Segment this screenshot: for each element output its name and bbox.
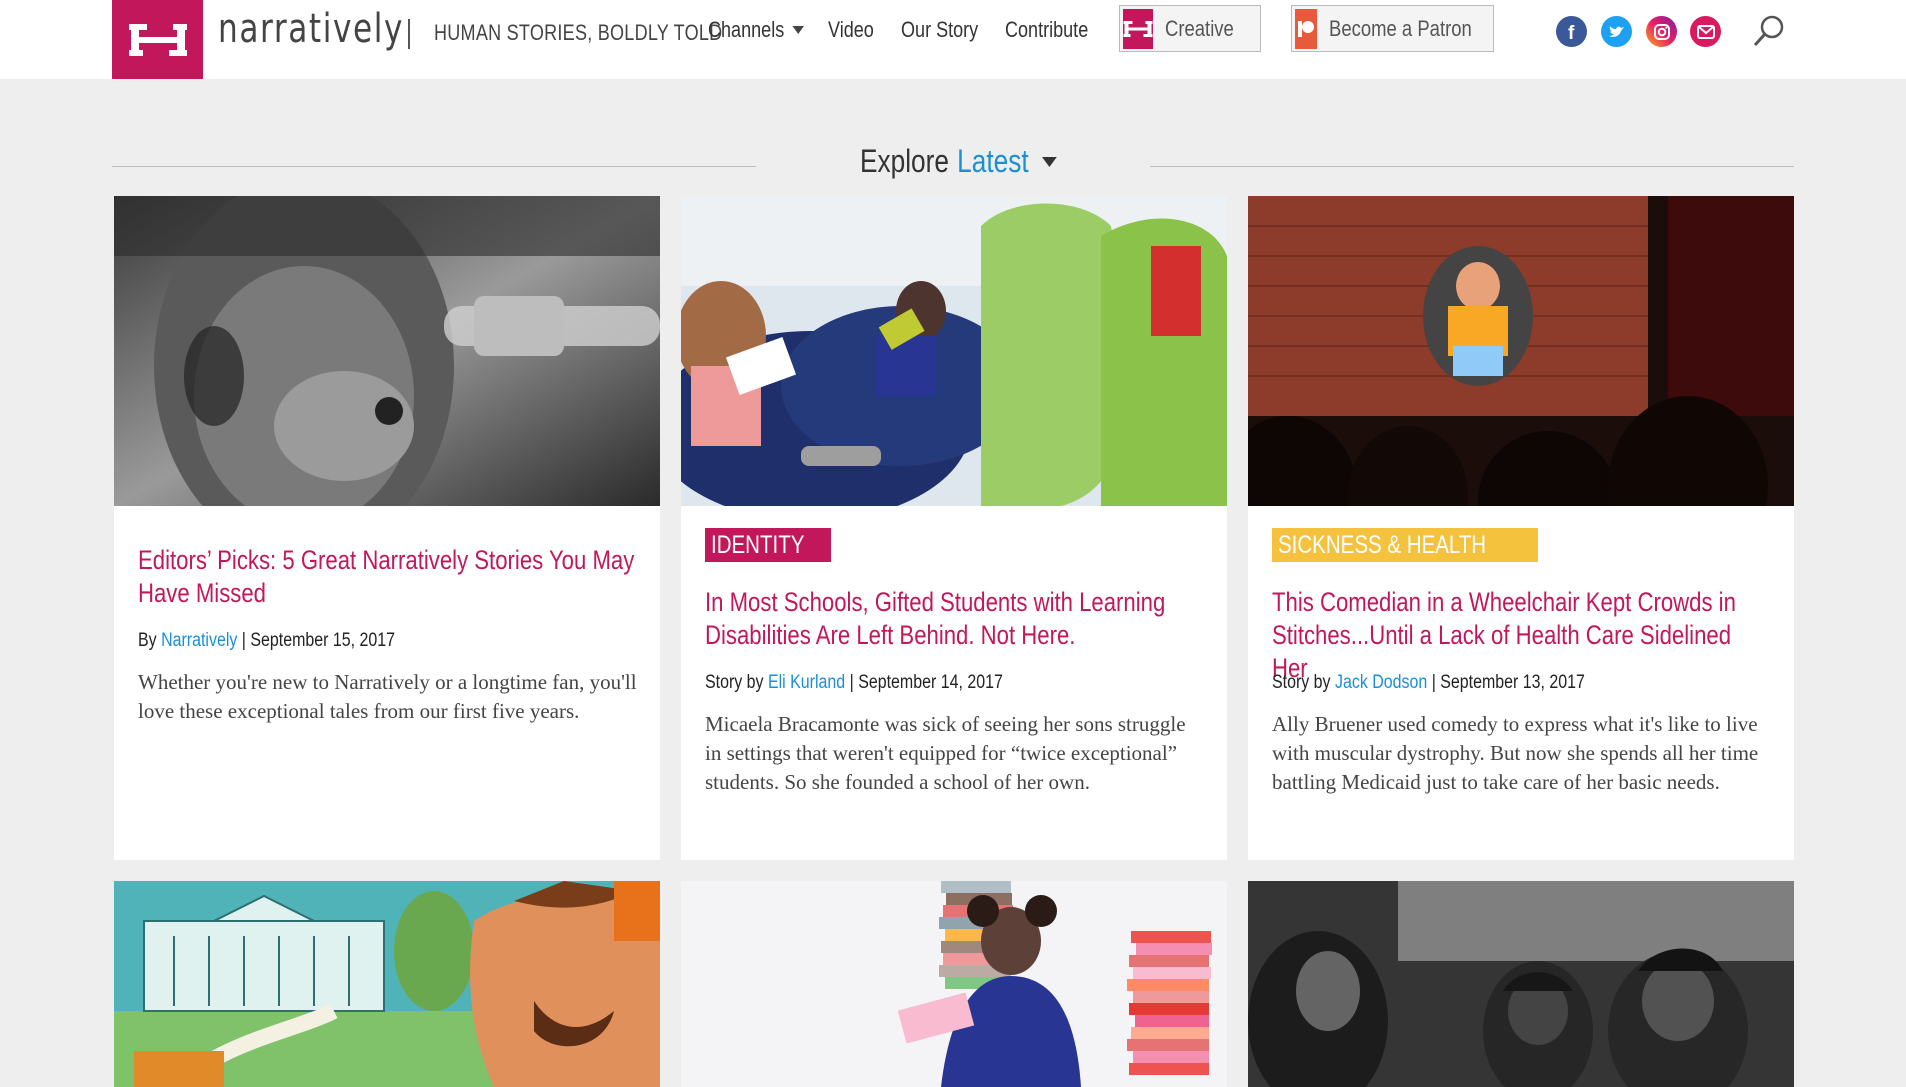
patreon-icon [1295,8,1317,49]
svg-text:f: f [1568,23,1575,42]
byline-prefix: Story by [1272,672,1331,693]
story-image[interactable] [114,196,660,506]
explore-heading: Explore Latest [860,143,1057,180]
nav-video[interactable]: Video [828,17,874,43]
story-card[interactable] [681,881,1227,1087]
story-image[interactable] [1248,881,1794,1087]
category-tag-label: SICKNESS & HEALTH [1278,531,1487,559]
story-image[interactable] [1248,196,1794,506]
author-link[interactable]: Jack Dodson [1335,672,1427,693]
author-link[interactable]: Eli Kurland [768,672,845,693]
facebook-icon[interactable]: f [1556,16,1587,47]
wordmark[interactable]: narratively [218,6,404,52]
story-date: September 13, 2017 [1440,672,1585,693]
story-excerpt: Micaela Bracamonte was sick of seeing he… [705,712,1186,794]
story-card[interactable]: Editors’ Picks: 5 Great Narratively Stor… [114,196,660,860]
explore-prefix: Explore [860,143,949,179]
explore-filter-select[interactable]: Latest [957,143,1028,180]
nav-our-story-label: Our Story [901,17,979,42]
nav-channels-label: Channels [708,17,785,42]
nav-contribute-label: Contribute [1005,17,1089,42]
story-card[interactable] [114,881,660,1087]
twitter-icon[interactable] [1601,16,1632,47]
story-byline: Story by Eli Kurland | September 14, 201… [705,672,1003,694]
byline-separator: | [1431,672,1441,693]
instagram-icon[interactable] [1646,16,1677,47]
byline-prefix: By [138,630,157,651]
story-card[interactable] [1248,881,1794,1087]
story-title[interactable]: This Comedian in a Wheelchair Kept Crowd… [1272,586,1772,685]
narratively-n-logo-icon [128,23,187,56]
chevron-down-icon[interactable] [1041,156,1057,167]
category-tag[interactable]: IDENTITY [705,528,831,562]
story-date: September 14, 2017 [858,672,1003,693]
become-patron-label: Become a Patron [1329,15,1472,41]
story-title[interactable]: Editors’ Picks: 5 Great Narratively Stor… [138,544,638,610]
story-title[interactable]: In Most Schools, Gifted Students with Le… [705,586,1205,652]
nav-contribute[interactable]: Contribute [1005,17,1088,43]
creative-label: Creative [1165,15,1234,41]
divider-left [112,166,756,167]
story-excerpt: Ally Bruener used comedy to express what… [1272,712,1759,794]
tagline: HUMAN STORIES, BOLDLY TOLD [434,20,723,45]
chevron-down-icon [792,26,804,34]
byline-separator: | [241,630,251,651]
email-icon[interactable] [1690,16,1721,47]
nav-our-story[interactable]: Our Story [901,17,978,43]
story-image[interactable] [681,881,1227,1087]
story-card[interactable]: SICKNESS & HEALTH This Comedian in a Whe… [1248,196,1794,860]
category-tag-label: IDENTITY [711,531,805,559]
become-patron-button[interactable]: Become a Patron [1291,5,1494,52]
story-byline: By Narratively | September 15, 2017 [138,630,395,652]
site-header: narratively HUMAN STORIES, BOLDLY TOLD C… [0,0,1906,79]
divider-right [1150,166,1794,167]
nav-video-label: Video [828,17,874,42]
tagline-divider [408,19,410,49]
story-image[interactable] [681,196,1227,506]
creative-button[interactable]: Creative [1119,5,1261,52]
nav-channels[interactable]: Channels [708,17,804,43]
category-tag[interactable]: SICKNESS & HEALTH [1272,528,1538,562]
story-byline: Story by Jack Dodson | September 13, 201… [1272,672,1585,694]
story-excerpt: Whether you're new to Narratively or a l… [138,670,637,723]
narratively-creative-icon [1123,8,1153,49]
byline-prefix: Story by [705,672,764,693]
author-link[interactable]: Narratively [161,630,237,651]
narratively-logo[interactable] [112,0,203,79]
search-icon[interactable] [1752,14,1786,48]
story-card[interactable]: IDENTITY In Most Schools, Gifted Student… [681,196,1227,860]
story-image[interactable] [114,881,660,1087]
story-date: September 15, 2017 [250,630,396,651]
